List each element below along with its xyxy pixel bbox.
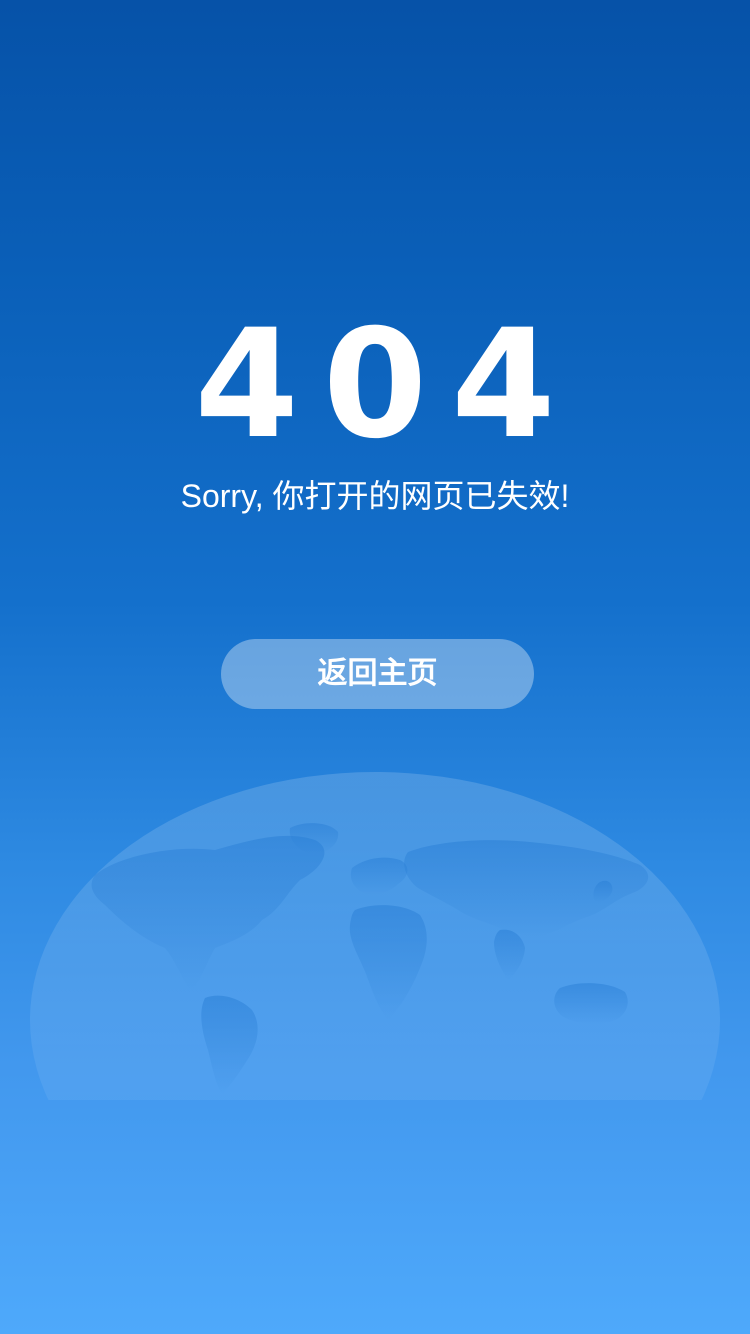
error-message: Sorry, 你打开的网页已失效! [180,478,570,514]
globe-world-map-icon [30,772,720,1100]
error-code: 404 [194,298,580,472]
return-home-button[interactable]: 返回主页 [221,639,534,709]
